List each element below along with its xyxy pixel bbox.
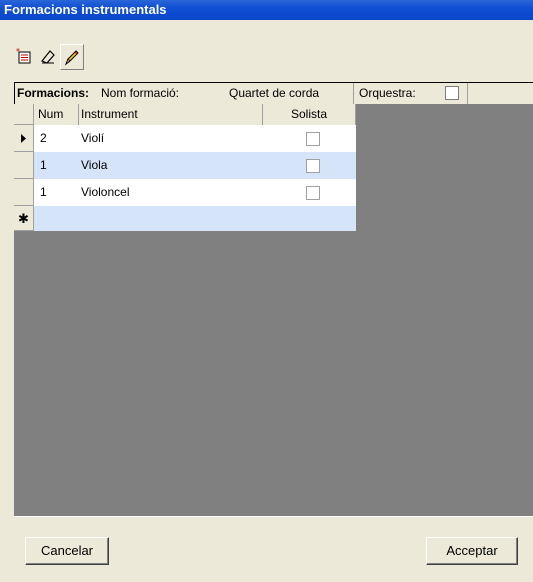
eraser-icon	[41, 50, 55, 64]
solista-checkbox[interactable]	[306, 132, 320, 146]
footer-divider	[14, 516, 533, 517]
svg-text:*: *	[16, 47, 20, 56]
row-selector[interactable]	[14, 125, 34, 152]
cell-solista	[263, 152, 356, 179]
new-record-icon: *	[16, 47, 31, 64]
delete-record-button[interactable]	[36, 44, 60, 70]
row-selector-header	[14, 104, 34, 125]
cell-num[interactable]: 1	[34, 152, 79, 179]
cell-num[interactable]: 2	[34, 125, 79, 152]
cell-instrument[interactable]: Violoncel	[79, 179, 263, 206]
solista-checkbox[interactable]	[306, 159, 320, 173]
name-value[interactable]: Quartet de corda	[229, 83, 319, 104]
grid-header-row: Num Instrument Solista	[14, 104, 356, 125]
cell-num[interactable]: 1	[34, 179, 79, 206]
table-row[interactable]: 1 Violoncel	[14, 179, 356, 206]
section-label: Formacions:	[17, 86, 90, 100]
name-label: Nom formació:	[101, 86, 180, 100]
table-row[interactable]: 2 Violí	[14, 125, 356, 152]
column-header-instrument[interactable]: Instrument	[79, 104, 263, 125]
solista-checkbox[interactable]	[306, 186, 320, 200]
header-divider	[353, 83, 354, 104]
header-divider	[467, 83, 468, 104]
cancel-button[interactable]: Cancelar	[25, 537, 109, 565]
column-header-num[interactable]: Num	[34, 104, 79, 125]
table-row[interactable]: 1 Viola	[14, 152, 356, 179]
cell-solista	[263, 125, 356, 152]
cell-instrument[interactable]: Viola	[79, 152, 263, 179]
orchestra-label: Orquestra:	[359, 86, 416, 100]
new-record-button[interactable]: *	[12, 44, 36, 70]
edit-record-button[interactable]	[60, 44, 84, 70]
new-row-marker: ✱	[14, 206, 34, 231]
row-selector[interactable]	[14, 152, 34, 179]
column-header-solista[interactable]: Solista	[263, 104, 356, 125]
new-record-row[interactable]: ✱	[14, 206, 356, 231]
formacions-header: Formacions: Nom formació: Quartet de cor…	[14, 82, 533, 104]
accept-button[interactable]: Acceptar	[426, 537, 518, 565]
current-row-arrow-icon	[21, 134, 26, 143]
orchestra-checkbox[interactable]	[445, 86, 459, 100]
cell-solista	[263, 179, 356, 206]
window-title: Formacions instrumentals	[0, 0, 533, 20]
cell-instrument[interactable]: Violí	[79, 125, 263, 152]
row-selector[interactable]	[14, 179, 34, 206]
pencil-icon	[64, 50, 79, 66]
